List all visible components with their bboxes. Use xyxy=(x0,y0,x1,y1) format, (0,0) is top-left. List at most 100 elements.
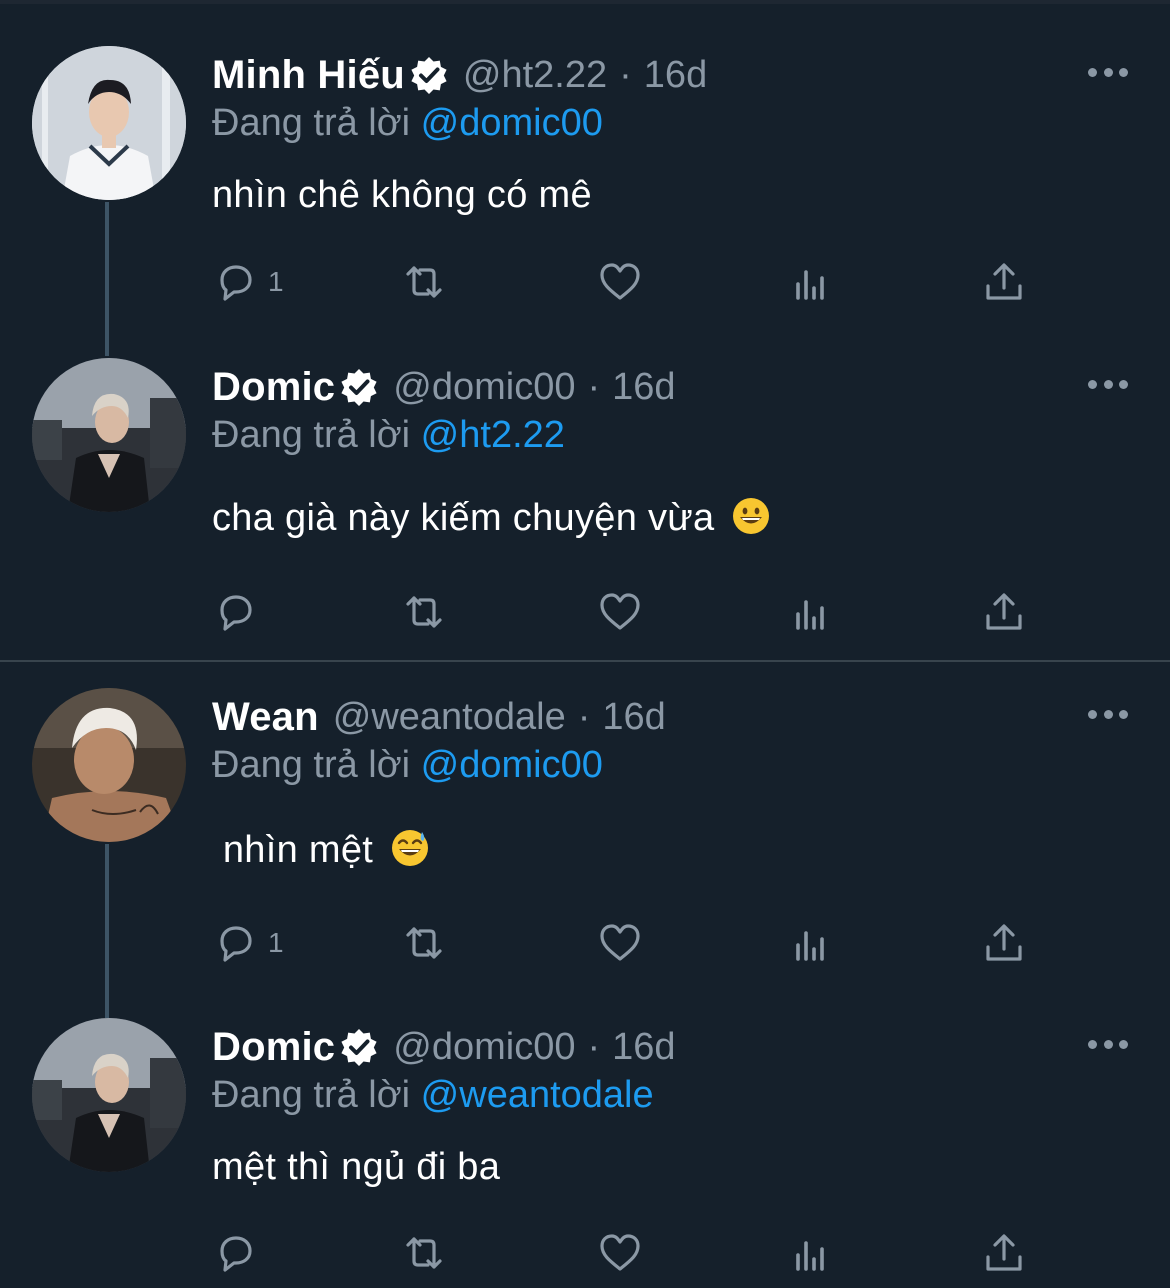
username-handle[interactable]: @weantodale xyxy=(333,696,566,739)
reply-count: 1 xyxy=(268,266,284,297)
share-button[interactable] xyxy=(980,257,1028,307)
replying-to: Đang trả lời @domic00 xyxy=(212,102,603,145)
reply-button[interactable] xyxy=(212,587,268,637)
display-name[interactable]: Domic xyxy=(212,365,335,410)
like-button[interactable] xyxy=(596,257,644,307)
thread-connector-line xyxy=(105,202,109,356)
reply-icon xyxy=(220,265,252,301)
share-icon xyxy=(986,593,1022,630)
tweet-text-content: mệt thì ngủ đi ba xyxy=(212,1146,501,1188)
views-icon xyxy=(796,931,824,961)
mention-link[interactable]: @weantodale xyxy=(421,1074,654,1116)
reply-button[interactable]: 1 xyxy=(212,918,284,968)
reply-button[interactable] xyxy=(212,1228,268,1278)
tweet-header: Minh Hiếu @ht2.22 · 16d xyxy=(212,50,707,100)
separator-dot: · xyxy=(587,365,601,408)
retweet-icon xyxy=(406,1237,442,1269)
replying-label: Đang trả lời xyxy=(212,414,411,456)
reply-icon xyxy=(220,595,252,631)
more-options-icon[interactable] xyxy=(1088,1034,1128,1054)
replying-label: Đang trả lời xyxy=(212,1074,411,1116)
share-button[interactable] xyxy=(980,587,1028,637)
more-options-icon[interactable] xyxy=(1088,374,1128,394)
thread-divider xyxy=(0,660,1170,662)
reply-button[interactable]: 1 xyxy=(212,257,284,307)
replying-to: Đang trả lời @ht2.22 xyxy=(212,414,565,457)
views-button[interactable] xyxy=(788,257,836,307)
timestamp[interactable]: 16d xyxy=(612,1026,675,1069)
views-button[interactable] xyxy=(788,918,836,968)
thread-connector-line xyxy=(105,844,109,1018)
timestamp[interactable]: 16d xyxy=(644,54,707,97)
username-handle[interactable]: @domic00 xyxy=(393,1026,575,1069)
top-border xyxy=(0,0,1170,4)
grinning-face-with-sweat-emoji-icon xyxy=(390,828,430,868)
replying-to: Đang trả lời @domic00 xyxy=(212,744,603,787)
separator-dot: · xyxy=(619,53,632,96)
views-icon xyxy=(796,270,824,300)
tweet-header: Wean @weantodale · 16d xyxy=(212,692,666,742)
share-icon xyxy=(986,263,1022,300)
replying-label: Đang trả lời xyxy=(212,102,411,144)
more-options-icon[interactable] xyxy=(1088,704,1128,724)
like-button[interactable] xyxy=(596,1228,644,1278)
verified-badge-icon xyxy=(339,1027,379,1067)
retweet-button[interactable] xyxy=(400,587,448,637)
action-bar: 1 xyxy=(212,257,1052,307)
tweet-text-content: nhìn mệt xyxy=(212,829,374,871)
timestamp[interactable]: 16d xyxy=(602,696,665,739)
username-handle[interactable]: @domic00 xyxy=(393,366,575,409)
action-bar: 1 xyxy=(212,918,1052,968)
avatar[interactable] xyxy=(32,1018,186,1172)
username-handle[interactable]: @ht2.22 xyxy=(463,54,607,97)
like-icon xyxy=(600,263,640,300)
retweet-button[interactable] xyxy=(400,257,448,307)
mention-link[interactable]: @domic00 xyxy=(421,744,603,786)
tweet-text-content: nhìn chê không có mê xyxy=(212,174,592,216)
tweet-text: cha già này kiếm chuyện vừa xyxy=(212,496,771,540)
retweet-button[interactable] xyxy=(400,918,448,968)
retweet-icon xyxy=(406,266,442,298)
like-icon xyxy=(600,593,640,630)
like-button[interactable] xyxy=(596,918,644,968)
replying-label: Đang trả lời xyxy=(212,744,411,786)
separator-dot: · xyxy=(577,695,591,738)
display-name[interactable]: Domic xyxy=(212,1025,335,1070)
tweet-header: Domic @domic00 · 16d xyxy=(212,1022,676,1072)
mention-link[interactable]: @ht2.22 xyxy=(421,414,565,456)
grinning-face-emoji-icon xyxy=(731,496,771,536)
tweet-text: mệt thì ngủ đi ba xyxy=(212,1146,500,1189)
verified-badge-icon xyxy=(409,55,449,95)
action-bar xyxy=(212,1228,1052,1278)
retweet-icon xyxy=(406,596,442,628)
share-icon xyxy=(986,1234,1022,1271)
views-button[interactable] xyxy=(788,1228,836,1278)
more-options-icon[interactable] xyxy=(1088,62,1128,82)
avatar[interactable] xyxy=(32,46,186,200)
share-button[interactable] xyxy=(980,1228,1028,1278)
like-icon xyxy=(600,1234,640,1271)
avatar[interactable] xyxy=(32,688,186,842)
timestamp[interactable]: 16d xyxy=(612,366,675,409)
replying-to: Đang trả lời @weantodale xyxy=(212,1074,654,1117)
reply-count: 1 xyxy=(268,927,284,958)
reply-icon xyxy=(220,926,252,962)
share-button[interactable] xyxy=(980,918,1028,968)
views-icon xyxy=(796,1241,824,1271)
tweet-header: Domic @domic00 · 16d xyxy=(212,362,676,412)
share-icon xyxy=(986,924,1022,961)
avatar[interactable] xyxy=(32,358,186,512)
display-name[interactable]: Minh Hiếu xyxy=(212,53,405,98)
separator-dot: · xyxy=(587,1025,601,1068)
verified-badge-icon xyxy=(339,367,379,407)
reply-icon xyxy=(220,1236,252,1272)
display-name[interactable]: Wean xyxy=(212,695,319,740)
views-icon xyxy=(796,600,824,630)
mention-link[interactable]: @domic00 xyxy=(421,102,603,144)
retweet-button[interactable] xyxy=(400,1228,448,1278)
like-button[interactable] xyxy=(596,587,644,637)
tweet-text: nhìn mệt xyxy=(212,828,430,872)
like-icon xyxy=(600,924,640,961)
views-button[interactable] xyxy=(788,587,836,637)
tweet-text-content: cha già này kiếm chuyện vừa xyxy=(212,497,715,539)
